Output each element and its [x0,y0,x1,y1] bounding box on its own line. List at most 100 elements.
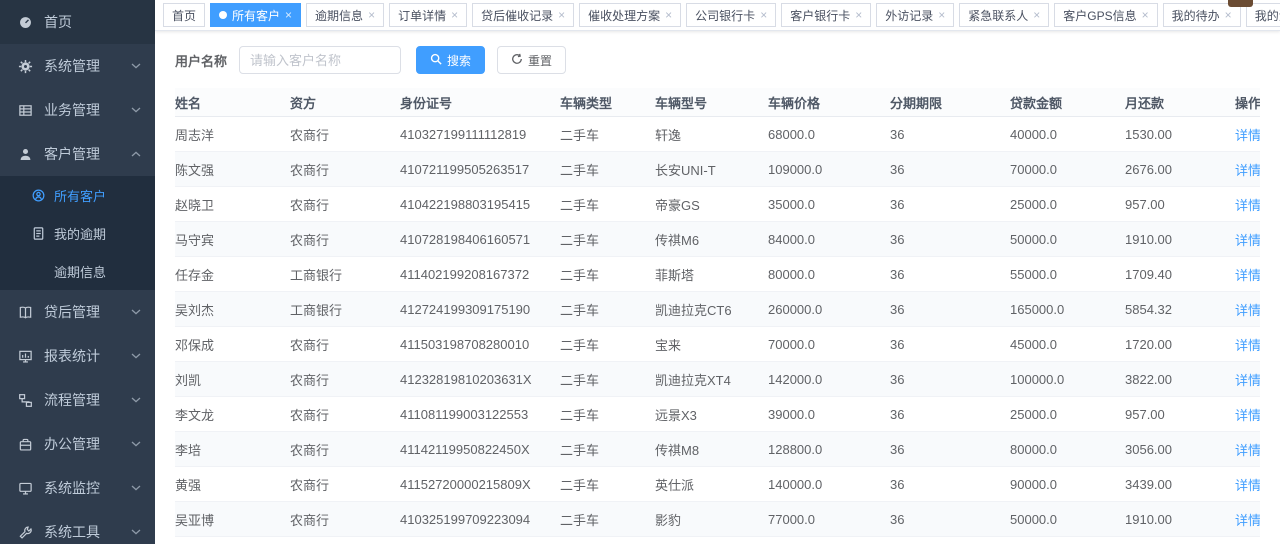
close-icon[interactable]: × [1225,9,1232,21]
table-cell: 3056.00 [1125,442,1235,457]
table-cell: 工商银行 [290,300,400,319]
close-icon[interactable]: × [451,9,458,21]
table-cell: 411081199003122553 [400,407,560,422]
table-cell: 36 [890,337,1010,352]
action-cell: 详情 [1235,510,1260,529]
table-row: 马守宾农商行410728198406160571二手车传祺M684000.036… [175,222,1260,257]
tab-customer-bankcard[interactable]: 客户银行卡× [781,3,871,27]
detail-link[interactable]: 详情 [1235,198,1260,213]
close-icon[interactable]: × [1033,9,1040,21]
sidebar-item-label: 系统工具 [44,522,127,542]
sidebar-item-tools[interactable]: 系统工具 [0,510,155,544]
table-cell: 农商行 [290,125,400,144]
close-icon[interactable]: × [855,9,862,21]
table-cell: 凯迪拉克XT4 [655,370,768,389]
close-icon[interactable]: × [760,9,767,21]
sidebar-item-business[interactable]: 业务管理 [0,88,155,132]
tab-visit-records[interactable]: 外访记录× [876,3,954,27]
tab-company-bankcard[interactable]: 公司银行卡× [686,3,776,27]
tab-customer-gps[interactable]: 客户GPS信息× [1054,3,1157,27]
detail-link[interactable]: 详情 [1235,128,1260,143]
detail-link[interactable]: 详情 [1235,268,1260,283]
tab-overdue-info[interactable]: 逾期信息× [306,3,384,27]
grid-icon [17,102,34,118]
table-cell: 45000.0 [1010,337,1125,352]
sidebar-item-system[interactable]: 系统管理 [0,44,155,88]
detail-link[interactable]: 详情 [1235,233,1260,248]
reset-button[interactable]: 重置 [497,46,566,74]
table-cell: 90000.0 [1010,477,1125,492]
tab-collection-plan[interactable]: 催收处理方案× [579,3,681,27]
close-icon[interactable]: × [1142,9,1149,21]
sidebar-subitem-my-overdue[interactable]: 我的逾期 [0,214,155,252]
table-cell: 1910.00 [1125,512,1235,527]
tab-all-customers[interactable]: 所有客户× [210,3,301,27]
detail-link[interactable]: 详情 [1235,513,1260,528]
table-row: 李培农商行41142119950822450X二手车传祺M8128800.036… [175,432,1260,467]
tab-home[interactable]: 首页 [163,3,205,27]
chevron-down-icon [131,397,141,403]
table-cell: 39000.0 [768,407,890,422]
table-cell: 传祺M6 [655,230,768,249]
reset-button-label: 重置 [528,52,552,69]
close-icon[interactable]: × [368,9,375,21]
table-cell: 410728198406160571 [400,232,560,247]
close-icon[interactable]: × [285,9,292,21]
sidebar-item-customer[interactable]: 客户管理 [0,132,155,176]
action-cell: 详情 [1235,405,1260,424]
search-field-label: 用户名称 [175,51,227,70]
table-cell: 刘凯 [175,370,290,389]
search-button-label: 搜索 [447,52,471,69]
detail-link[interactable]: 详情 [1235,408,1260,423]
sidebar-item-postloan[interactable]: 贷后管理 [0,290,155,334]
sidebar-subitem-label: 所有客户 [54,186,106,205]
table-cell: 412724199309175190 [400,302,560,317]
table-cell: 2676.00 [1125,162,1235,177]
table-cell: 吴亚博 [175,510,290,529]
detail-link[interactable]: 详情 [1235,303,1260,318]
search-button[interactable]: 搜索 [416,46,485,74]
detail-link[interactable]: 详情 [1235,373,1260,388]
chevron-down-icon [131,485,141,491]
table-cell: 远景X3 [655,405,768,424]
close-icon[interactable]: × [558,9,565,21]
column-header: 车辆价格 [768,93,890,112]
detail-link[interactable]: 详情 [1235,338,1260,353]
table-cell: 凯迪拉克CT6 [655,300,768,319]
table-row: 任存金工商银行411402199208167372二手车菲斯塔80000.036… [175,257,1260,292]
table-cell: 70000.0 [1010,162,1125,177]
table-cell: 赵晓卫 [175,195,290,214]
table-body: 周志洋农商行410327199111112819二手车轩逸68000.03640… [175,117,1260,544]
tab-order-detail[interactable]: 订单详情× [389,3,467,27]
sidebar-item-home[interactable]: 首页 [0,0,155,44]
table-cell: 36 [890,162,1010,177]
table-cell: 英仕派 [655,475,768,494]
sidebar-item-monitor[interactable]: 系统监控 [0,466,155,510]
close-icon[interactable]: × [665,9,672,21]
close-icon[interactable]: × [938,9,945,21]
table-cell: 957.00 [1125,197,1235,212]
chevron-down-icon [131,63,141,69]
table-cell: 80000.0 [768,267,890,282]
sidebar-subitem-overdue-info[interactable]: 逾期信息 [0,252,155,290]
tab-emergency-contacts[interactable]: 紧急联系人× [959,3,1049,27]
tab-collection-records[interactable]: 贷后催收记录× [472,3,574,27]
sidebar-subitem-all-customers[interactable]: 所有客户 [0,176,155,214]
detail-link[interactable]: 详情 [1235,163,1260,178]
file-icon [30,226,46,241]
search-input[interactable] [239,46,401,74]
sidebar-item-label: 办公管理 [44,434,127,454]
table-cell: 二手车 [560,265,655,284]
sidebar-item-report[interactable]: 报表统计 [0,334,155,378]
detail-link[interactable]: 详情 [1235,443,1260,458]
avatar[interactable] [1228,0,1253,7]
table-cell: 36 [890,267,1010,282]
table-cell: 36 [890,302,1010,317]
detail-link[interactable]: 详情 [1235,478,1260,493]
tab-label: 我的流程 [1255,7,1280,24]
sidebar-item-office[interactable]: 办公管理 [0,422,155,466]
sidebar-item-label: 报表统计 [44,346,127,366]
table-cell: 二手车 [560,510,655,529]
chevron-down-icon [131,441,141,447]
sidebar-item-process[interactable]: 流程管理 [0,378,155,422]
